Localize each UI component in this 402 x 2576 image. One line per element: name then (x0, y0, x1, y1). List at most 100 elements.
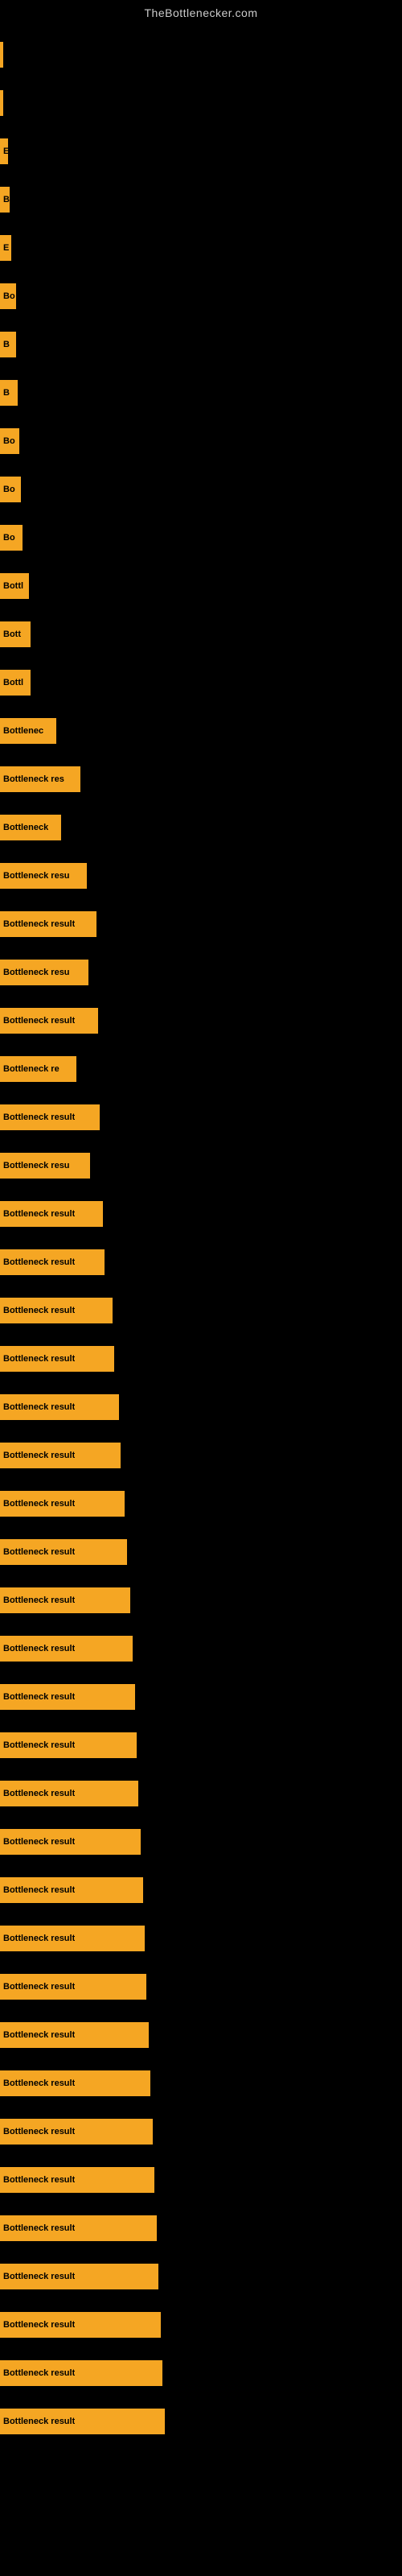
bar: Bott (0, 621, 31, 647)
bar: Bo (0, 428, 19, 454)
bars-container: EBEBoBBBoBoBoBottlBottBottlBottlenecBott… (0, 23, 402, 2446)
bar: Bottleneck result (0, 1926, 145, 1951)
bar-row: Bottleneck result (0, 1818, 402, 1866)
bar: Bottleneck result (0, 1829, 141, 1855)
bar-row: Bottleneck result (0, 1624, 402, 1673)
bar-row: Bottleneck result (0, 1866, 402, 1914)
bar-row: Bottl (0, 562, 402, 610)
bar-row: B (0, 369, 402, 417)
bar: Bo (0, 525, 23, 551)
bar-row: Bottleneck result (0, 1914, 402, 1963)
bar: Bottleneck result (0, 1008, 98, 1034)
bar-label: Bottleneck result (3, 1209, 75, 1219)
bar-row: E (0, 127, 402, 175)
bar-label: B (3, 340, 10, 349)
bar: Bottleneck result (0, 1201, 103, 1227)
bar-row: Bottleneck result (0, 2301, 402, 2349)
bar-label: Bottleneck result (3, 1547, 75, 1557)
bar: Bottleneck (0, 815, 61, 840)
bar-label: Bottleneck result (3, 1257, 75, 1267)
bar-label: Bottleneck result (3, 1016, 75, 1026)
bar-label: Bottleneck result (3, 2223, 75, 2233)
bar: Bottleneck result (0, 1587, 130, 1613)
bar: Bottleneck result (0, 1249, 105, 1275)
bar (0, 90, 3, 116)
bar: E (0, 138, 8, 164)
bar: B (0, 332, 16, 357)
bar-row: Bott (0, 610, 402, 658)
bar: Bottleneck result (0, 1539, 127, 1565)
bar-row: Bottleneck result (0, 2107, 402, 2156)
bar-label: Bottleneck result (3, 1789, 75, 1798)
bar: Bottleneck result (0, 1732, 137, 1758)
bar-row: Bottleneck result (0, 900, 402, 948)
bar: Bottleneck result (0, 1974, 146, 2000)
bar: Bottl (0, 670, 31, 696)
bar: Bottleneck result (0, 2167, 154, 2193)
bar-row: Bottleneck result (0, 1963, 402, 2011)
bar-row: Bo (0, 514, 402, 562)
bar-row: Bottleneck resu (0, 1141, 402, 1190)
bar-label: Bottleneck result (3, 1837, 75, 1847)
bar: Bottleneck result (0, 2360, 162, 2386)
bar: Bottleneck resu (0, 863, 87, 889)
bar-row: Bottleneck result (0, 2204, 402, 2252)
bar-row: B (0, 320, 402, 369)
bar-row: Bottlenec (0, 707, 402, 755)
bar-row (0, 31, 402, 79)
bar: Bottleneck resu (0, 960, 88, 985)
bar-row: Bo (0, 417, 402, 465)
bar-label: Bottleneck result (3, 1499, 75, 1509)
bar-label: Bo (3, 436, 15, 446)
bar: Bottleneck result (0, 1684, 135, 1710)
bar-row: Bottleneck result (0, 1480, 402, 1528)
bar-label: Bottleneck result (3, 1402, 75, 1412)
bar-label: Bottleneck result (3, 1934, 75, 1943)
bar: Bottl (0, 573, 29, 599)
bar-row: Bottleneck result (0, 2059, 402, 2107)
bar-row: Bottleneck result (0, 1576, 402, 1624)
bar-label: Bottleneck resu (3, 871, 70, 881)
bar-label: B (3, 195, 10, 204)
bar-label: Bo (3, 533, 15, 543)
bar: Bo (0, 477, 21, 502)
bar-label: Bottleneck result (3, 1692, 75, 1702)
bar-label: Bottleneck result (3, 2368, 75, 2378)
bar-label: Bottleneck result (3, 1885, 75, 1895)
bar-row: Bo (0, 272, 402, 320)
bar-label: Bottleneck result (3, 2320, 75, 2330)
bar: Bottleneck re (0, 1056, 76, 1082)
bar-row: Bottleneck result (0, 1335, 402, 1383)
bar: Bottleneck result (0, 1104, 100, 1130)
bar: Bottleneck result (0, 2119, 153, 2145)
bar-label: Bottleneck resu (3, 1161, 70, 1170)
bar: Bottleneck result (0, 2022, 149, 2048)
bar: B (0, 380, 18, 406)
bar-row: Bottleneck result (0, 997, 402, 1045)
bar-label: Bottleneck result (3, 919, 75, 929)
bar-label: Bottl (3, 581, 23, 591)
bar-label: E (3, 147, 8, 156)
bar: B (0, 187, 10, 213)
bar-row (0, 79, 402, 127)
bar: Bottleneck result (0, 2070, 150, 2096)
bar: Bottleneck result (0, 1781, 138, 1806)
bar-row: Bottleneck result (0, 1721, 402, 1769)
bar-row: E (0, 224, 402, 272)
bar-label: Bottleneck result (3, 1113, 75, 1122)
bar-row: Bottleneck result (0, 1093, 402, 1141)
bar: Bottleneck result (0, 2409, 165, 2434)
bar-label: Bottleneck result (3, 2127, 75, 2136)
bar: Bottleneck res (0, 766, 80, 792)
bar-label: Bottleneck result (3, 1644, 75, 1653)
bar: Bottleneck result (0, 1877, 143, 1903)
bar-row: Bottleneck result (0, 2252, 402, 2301)
bar-label: Bottlenec (3, 726, 43, 736)
bar: Bottleneck result (0, 2215, 157, 2241)
bar-row: Bottleneck result (0, 1528, 402, 1576)
bar-row: Bottleneck result (0, 2397, 402, 2446)
bar-label: Bottleneck result (3, 1740, 75, 1750)
bar-row: Bottleneck result (0, 2156, 402, 2204)
bar: Bottleneck result (0, 911, 96, 937)
bar-label: Bott (3, 630, 21, 639)
